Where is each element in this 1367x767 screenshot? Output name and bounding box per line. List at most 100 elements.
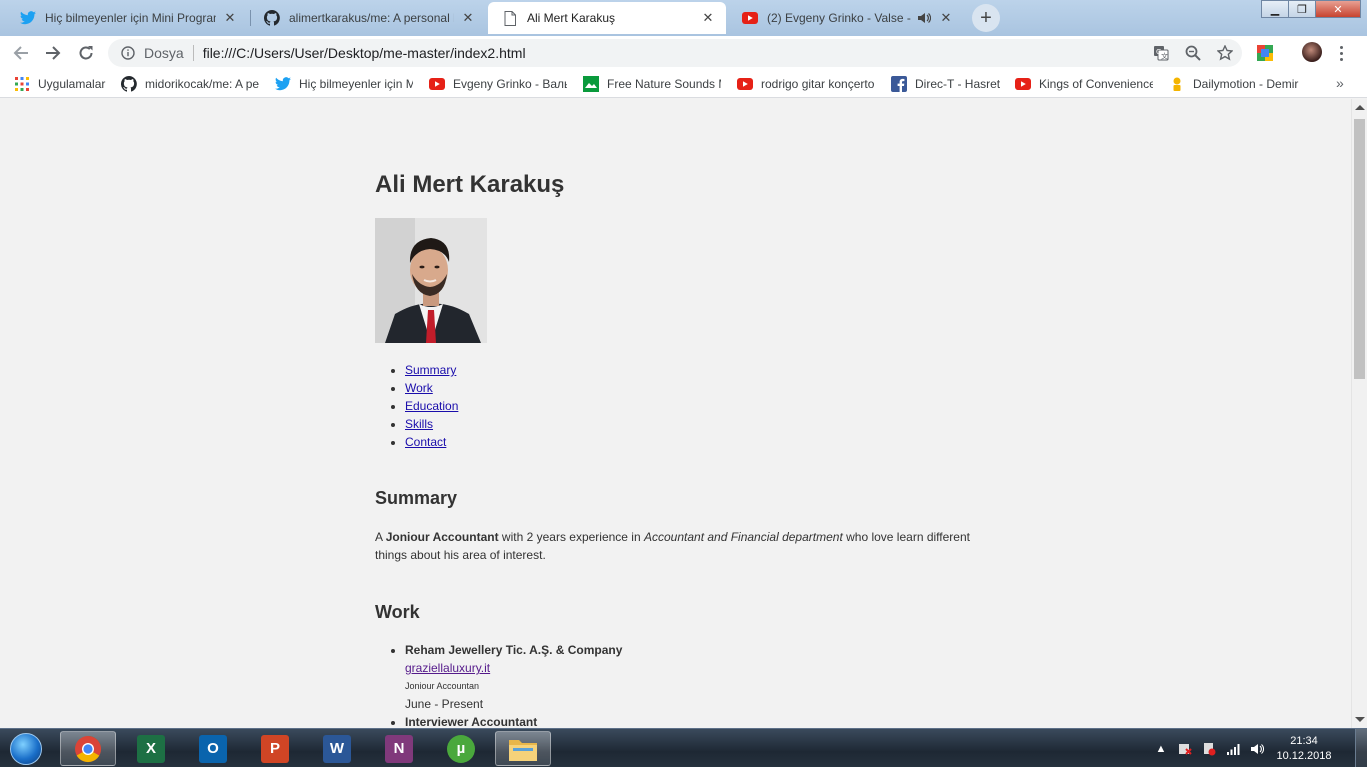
bookmark-label: Hiç bilmeyenler için M [299, 77, 413, 91]
tab-active-page[interactable]: Ali Mert Karakuş ✕ [488, 2, 726, 34]
speaker-icon[interactable] [916, 10, 932, 26]
nav-link-skills[interactable]: Skills [405, 417, 433, 431]
bookmark-label: Kings of Convenience [1039, 77, 1153, 91]
volume-icon[interactable] [1249, 741, 1265, 757]
youtube-icon [742, 10, 758, 26]
browser-menu-icon[interactable] [1336, 42, 1346, 64]
work-site-link[interactable]: graziellaluxury.it [405, 659, 622, 677]
profile-photo [375, 218, 487, 343]
tab-twitter[interactable]: Hiç bilmeyenler için Mini Program ✕ [6, 2, 248, 34]
info-icon[interactable] [120, 45, 136, 61]
translate-icon[interactable]: G文 [1152, 44, 1170, 62]
bookmarks-bar: Uygulamalar midorikocak/me: A pe Hiç bil… [0, 70, 1367, 98]
summary-heading: Summary [375, 488, 458, 508]
bookmark-github[interactable]: midorikocak/me: A pe [121, 75, 259, 93]
bookmark-star-icon[interactable] [1216, 44, 1234, 62]
nav-link-work[interactable]: Work [405, 381, 433, 395]
bookmark-label: Uygulamalar [38, 77, 106, 91]
show-desktop-button[interactable] [1355, 729, 1367, 767]
tab-github[interactable]: alimertkarakus/me: A personal ho ✕ [250, 2, 486, 34]
bookmark-apps[interactable]: Uygulamalar [14, 75, 114, 93]
bookmark-twitter[interactable]: Hiç bilmeyenler için M [275, 75, 413, 93]
show-hidden-icons-arrow-icon[interactable]: ▲ [1153, 741, 1169, 757]
minimize-button[interactable]: ▁ [1261, 0, 1289, 18]
address-bar[interactable]: Dosya file:///C:/Users/User/Desktop/me-m… [108, 39, 1242, 67]
bookmark-label: Dailymotion - Demir [1193, 77, 1299, 91]
bookmark-rodrigo[interactable]: rodrigo gitar konçerto [737, 75, 875, 93]
youtube-icon [429, 76, 445, 92]
tab-close-icon[interactable]: ✕ [222, 10, 238, 26]
nav-item-summary: Summary [405, 361, 458, 379]
tab-close-icon[interactable]: ✕ [938, 10, 954, 26]
reload-icon [79, 46, 93, 60]
work-period: June - Present [405, 697, 484, 711]
bookmark-label: Direc-T - Hasret [915, 77, 1001, 91]
nav-link-summary[interactable]: Summary [405, 363, 456, 377]
system-tray: ▲ 21:34 10.12.2018 [1153, 729, 1367, 767]
bookmark-dailymotion[interactable]: Dailymotion - Demir [1169, 75, 1307, 93]
tab-strip: Hiç bilmeyenler için Mini Program ✕ alim… [0, 0, 1367, 36]
taskbar-utorrent[interactable]: µ [433, 731, 489, 766]
taskbar-chrome[interactable] [60, 731, 116, 766]
section-nav: Summary Work Education Skills Contact [405, 361, 458, 451]
powerpoint-icon: P [261, 734, 289, 763]
back-button[interactable] [9, 41, 33, 65]
url-text[interactable]: file:///C:/Users/User/Desktop/me-master/… [203, 45, 526, 61]
scroll-down-arrow-icon[interactable] [1355, 717, 1365, 722]
maximize-button[interactable]: ❐ [1288, 0, 1316, 18]
twitter-icon [275, 76, 291, 92]
page-title: Ali Mert Karakuş [375, 171, 565, 198]
bookmarks-overflow-button[interactable]: » [1336, 75, 1344, 91]
profile-avatar[interactable] [1302, 42, 1322, 62]
bookmark-label: midorikocak/me: A pe [145, 77, 259, 91]
extension-icon[interactable] [1256, 44, 1274, 62]
nav-item-skills: Skills [405, 415, 458, 433]
browser-toolbar: Dosya file:///C:/Users/User/Desktop/me-m… [0, 36, 1367, 70]
close-window-button[interactable]: ✕ [1315, 0, 1361, 18]
address-divider [192, 45, 194, 61]
bookmark-nature-sounds[interactable]: Free Nature Sounds M [583, 75, 721, 93]
start-button[interactable] [4, 730, 48, 767]
page-scrollbar[interactable] [1351, 99, 1367, 728]
action-center-icon[interactable] [1177, 741, 1193, 757]
summary-prefix: A [375, 530, 386, 544]
tab-youtube[interactable]: (2) Evgeny Grinko - Valse - Yo ✕ [728, 2, 964, 34]
taskbar-onenote[interactable]: N [371, 731, 427, 766]
nav-item-education: Education [405, 397, 458, 415]
bookmark-kings-of-convenience[interactable]: Kings of Convenience [1015, 75, 1153, 93]
folder-icon [509, 739, 537, 761]
utorrent-icon: µ [447, 734, 475, 763]
nature-icon [583, 76, 599, 92]
clock-date: 10.12.2018 [1276, 749, 1332, 762]
nav-link-education[interactable]: Education [405, 399, 458, 413]
signal-icon[interactable] [1225, 741, 1241, 757]
scroll-up-arrow-icon[interactable] [1355, 105, 1365, 110]
forward-button[interactable] [41, 41, 65, 65]
page-icon [502, 10, 518, 26]
facebook-icon [891, 76, 907, 92]
scroll-thumb[interactable] [1354, 119, 1365, 379]
network-warning-icon[interactable] [1201, 741, 1217, 757]
system-clock[interactable]: 21:34 10.12.2018 [1273, 734, 1335, 764]
taskbar-explorer[interactable] [495, 731, 551, 766]
taskbar-excel[interactable]: X [123, 731, 179, 766]
bookmark-direc-t[interactable]: Direc-T - Hasret [891, 75, 1006, 93]
taskbar-word[interactable]: W [309, 731, 365, 766]
work-item: Reham Jewellery Tic. A.Ş. & Company graz… [405, 641, 622, 713]
tab-close-icon[interactable]: ✕ [460, 10, 476, 26]
zoom-icon[interactable] [1184, 44, 1202, 62]
bookmark-evgeny-grinko[interactable]: Evgeny Grinko - Валь [429, 75, 567, 93]
tab-close-icon[interactable]: ✕ [700, 10, 716, 26]
new-tab-button[interactable]: + [972, 4, 1000, 32]
bookmark-label: Evgeny Grinko - Валь [453, 77, 567, 91]
taskbar-outlook[interactable]: O [185, 731, 241, 766]
tab-title: (2) Evgeny Grinko - Valse - Yo [767, 11, 912, 25]
nav-link-contact[interactable]: Contact [405, 435, 446, 449]
page-viewport: Ali Mert Karakuş • Summary • Work • Educ… [0, 99, 1351, 728]
work-company: Reham Jewellery Tic. A.Ş. & Company [405, 643, 623, 657]
apps-grid-icon [14, 76, 30, 92]
clock-time: 21:34 [1290, 734, 1318, 747]
taskbar-powerpoint[interactable]: P [247, 731, 303, 766]
reload-button[interactable] [74, 41, 98, 65]
youtube-icon [1015, 76, 1031, 92]
